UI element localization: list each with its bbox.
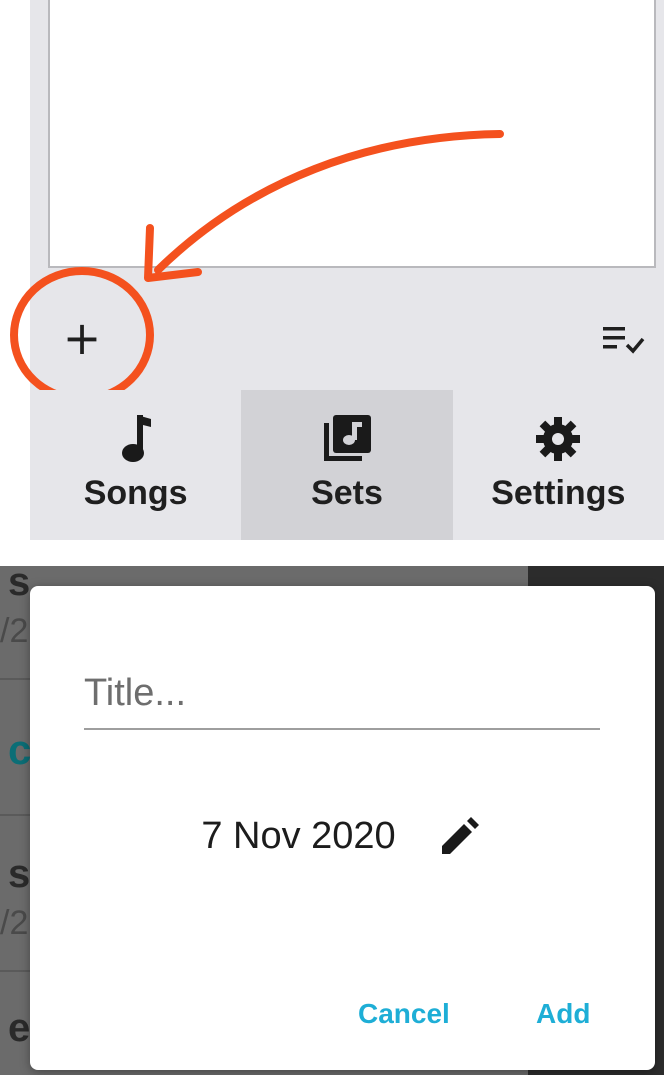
top-panel: + Songs Sets Settings (0, 0, 664, 540)
playlist-check-icon (603, 327, 645, 354)
tab-songs-label: Songs (83, 474, 188, 512)
bg-fragment: /2 (0, 904, 29, 942)
edit-date-button[interactable] (436, 812, 484, 860)
bg-fragment: /2 (0, 612, 29, 650)
select-mode-button[interactable] (596, 318, 652, 362)
library-music-icon (322, 414, 372, 464)
cancel-button[interactable]: Cancel (358, 998, 450, 1030)
set-date: 7 Nov 2020 (201, 814, 396, 857)
tab-songs[interactable]: Songs (30, 390, 242, 540)
bottom-navigation: Songs Sets Settings (30, 390, 664, 540)
music-note-icon (121, 414, 151, 464)
bg-fragment: c (8, 726, 32, 773)
new-set-dialog: 7 Nov 2020 Cancel Add (30, 586, 655, 1070)
bg-fragment: s (8, 852, 31, 896)
add-button[interactable]: Add (536, 998, 590, 1030)
bg-divider (0, 678, 30, 680)
tab-sets-label: Sets (311, 474, 383, 512)
bg-fragment: e (8, 1006, 31, 1050)
sets-list-area (48, 0, 656, 268)
tab-settings[interactable]: Settings (452, 390, 664, 540)
new-set-dialog-screen: s /2 c s /2 e 7 Nov 2020 Cancel Add (0, 566, 664, 1075)
add-set-button[interactable]: + (54, 310, 110, 366)
tab-sets[interactable]: Sets (241, 390, 453, 540)
plus-icon: + (62, 311, 102, 365)
bg-fragment: s (8, 566, 31, 604)
bg-divider (0, 814, 30, 816)
bg-divider (0, 970, 30, 972)
pencil-icon (441, 817, 479, 854)
date-row: 7 Nov 2020 (30, 812, 655, 860)
gear-icon (535, 414, 581, 464)
title-input[interactable] (84, 666, 600, 730)
tab-settings-label: Settings (491, 474, 626, 512)
